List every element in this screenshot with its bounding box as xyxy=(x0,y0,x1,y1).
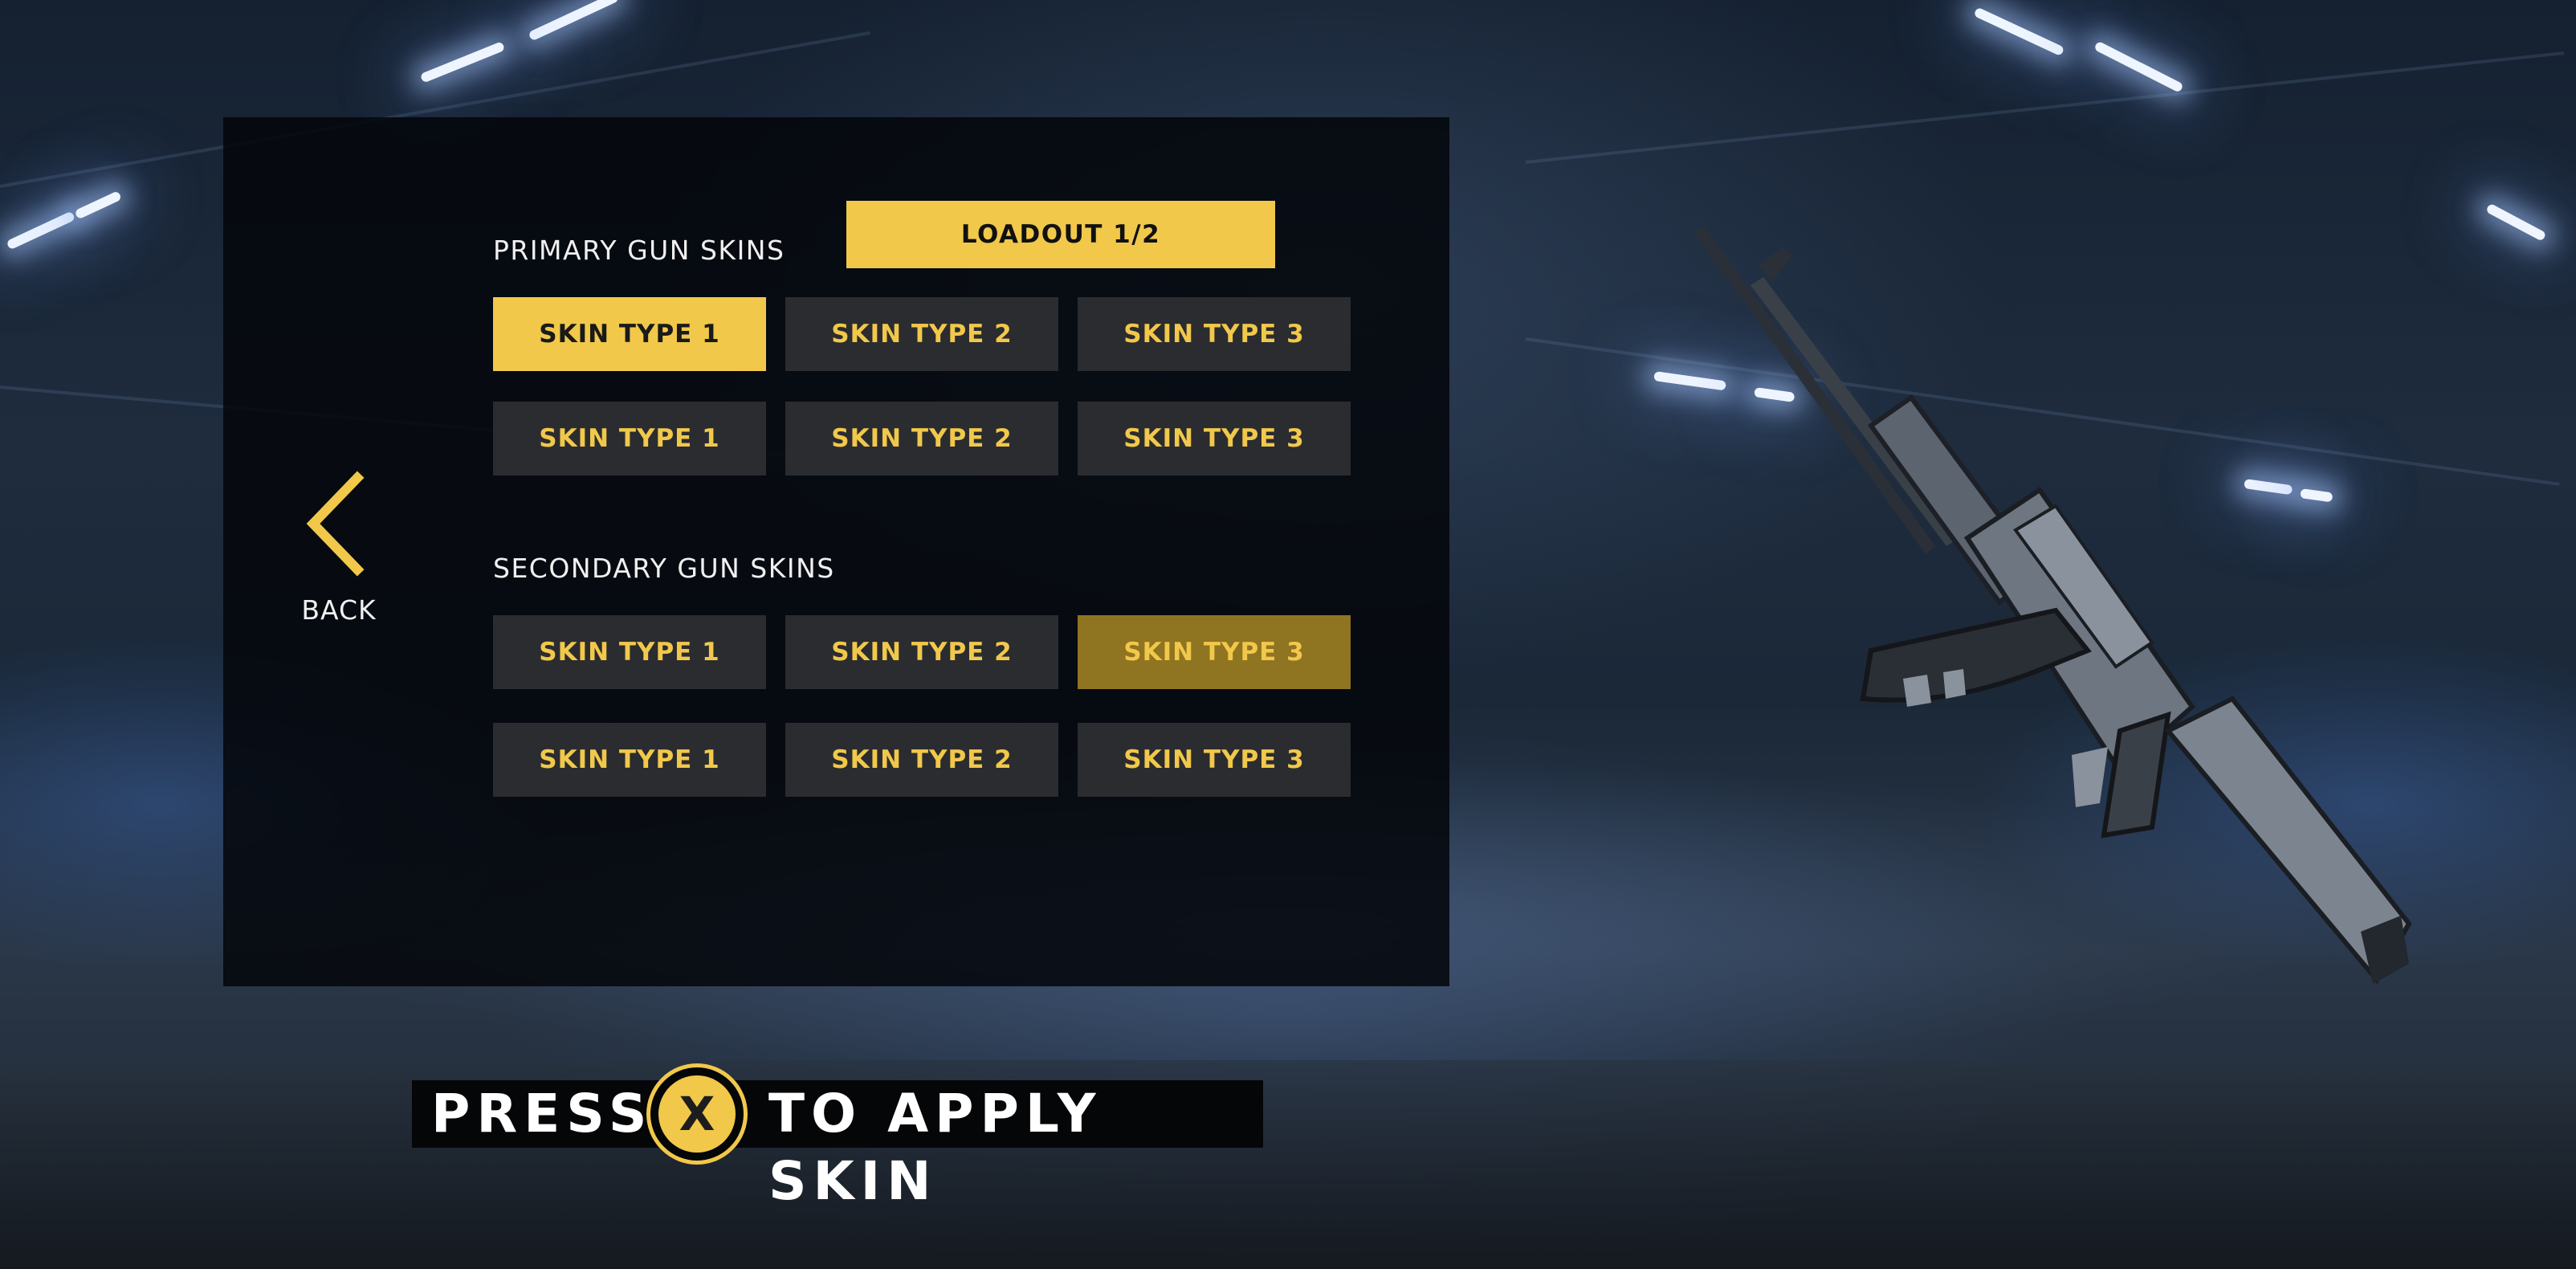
skin-button-label: SKIN TYPE 1 xyxy=(539,320,720,349)
ceiling-light xyxy=(419,41,506,84)
skin-button-label: SKIN TYPE 3 xyxy=(1123,320,1305,349)
ceiling-light xyxy=(74,190,122,220)
ceiling-light xyxy=(6,210,76,251)
back-label[interactable]: BACK xyxy=(291,594,387,626)
ceiling-light xyxy=(2093,40,2184,93)
skin-button-label: SKIN TYPE 3 xyxy=(1123,745,1305,774)
loadout-tab[interactable]: LOADOUT 1/2 xyxy=(846,201,1275,268)
secondary-skin-button-r1-1[interactable]: SKIN TYPE 1 xyxy=(493,615,766,689)
x-button-label: X xyxy=(679,1087,715,1141)
skin-button-label: SKIN TYPE 2 xyxy=(831,745,1013,774)
prompt-press-text: PRESS xyxy=(431,1083,654,1145)
primary-skin-button-r2-1[interactable]: SKIN TYPE 1 xyxy=(493,402,766,475)
secondary-skin-button-r2-1[interactable]: SKIN TYPE 1 xyxy=(493,723,766,797)
skin-button-label: SKIN TYPE 2 xyxy=(831,320,1013,349)
secondary-section-title: SECONDARY GUN SKINS xyxy=(493,553,835,584)
primary-skin-button-r1-3[interactable]: SKIN TYPE 3 xyxy=(1078,297,1351,371)
skin-button-label: SKIN TYPE 1 xyxy=(539,745,720,774)
primary-skin-button-r1-1[interactable]: SKIN TYPE 1 xyxy=(493,297,766,371)
skin-button-label: SKIN TYPE 2 xyxy=(831,638,1013,667)
secondary-skin-button-r2-2[interactable]: SKIN TYPE 2 xyxy=(785,723,1058,797)
apply-skin-prompt: PRESS TO APPLY SKIN xyxy=(412,1080,1263,1212)
skin-button-label: SKIN TYPE 1 xyxy=(539,424,720,453)
loadout-panel: LOADOUT 1/2 PRIMARY GUN SKINS SKIN TYPE … xyxy=(223,117,1449,986)
secondary-skin-button-r1-2[interactable]: SKIN TYPE 2 xyxy=(785,615,1058,689)
skin-button-label: SKIN TYPE 3 xyxy=(1123,638,1305,667)
x-button-icon: X xyxy=(646,1063,748,1165)
ceiling-light xyxy=(528,0,620,42)
primary-section-title: PRIMARY GUN SKINS xyxy=(493,235,785,266)
ceiling-light xyxy=(1973,6,2065,57)
rifle-image xyxy=(1694,226,2412,985)
skin-button-label: SKIN TYPE 2 xyxy=(831,424,1013,453)
secondary-skin-button-r2-3[interactable]: SKIN TYPE 3 xyxy=(1078,723,1351,797)
secondary-skin-button-r1-3[interactable]: SKIN TYPE 3 xyxy=(1078,615,1351,689)
ceiling-light xyxy=(2485,202,2547,242)
primary-skin-button-r2-3[interactable]: SKIN TYPE 3 xyxy=(1078,402,1351,475)
primary-skin-button-r1-2[interactable]: SKIN TYPE 2 xyxy=(785,297,1058,371)
primary-skin-button-r2-2[interactable]: SKIN TYPE 2 xyxy=(785,402,1058,475)
skin-button-label: SKIN TYPE 3 xyxy=(1123,424,1305,453)
chevron-left-icon xyxy=(306,471,365,577)
loadout-tab-label: LOADOUT 1/2 xyxy=(960,220,1161,249)
skin-button-label: SKIN TYPE 1 xyxy=(539,638,720,667)
prompt-apply-text: TO APPLY SKIN xyxy=(768,1083,1103,1212)
